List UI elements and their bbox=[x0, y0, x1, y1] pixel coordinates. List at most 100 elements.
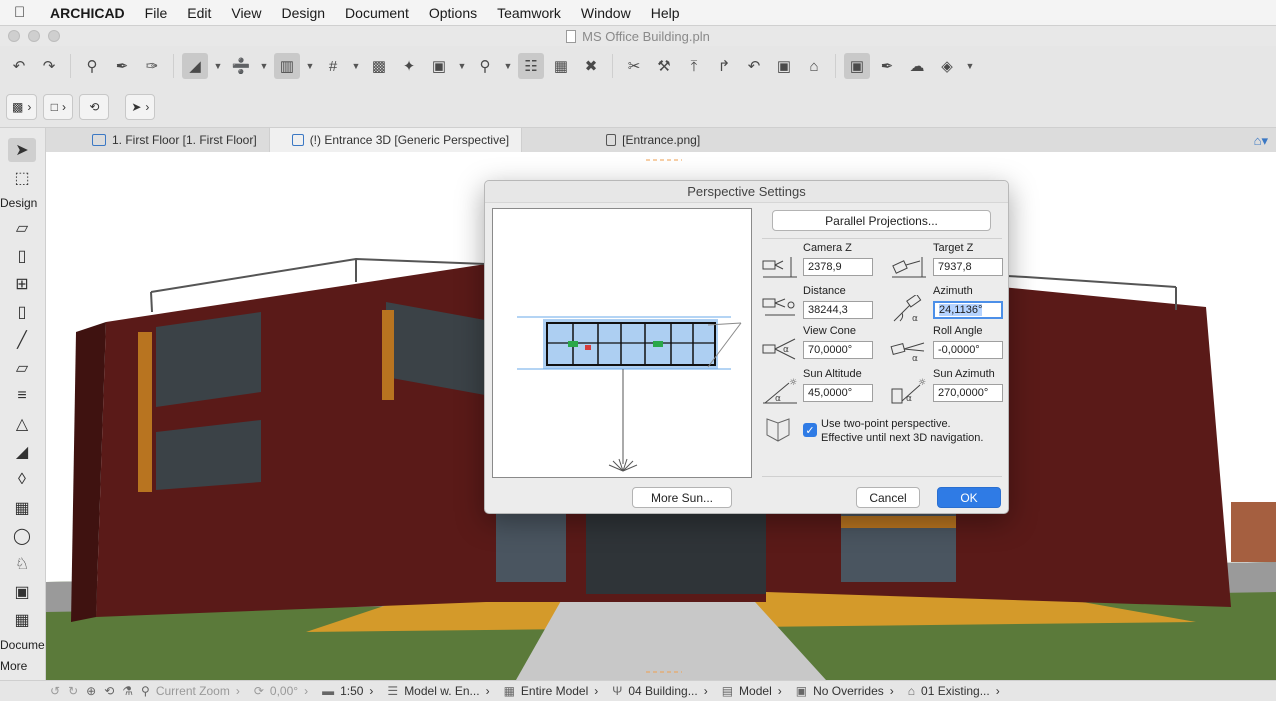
menu-design[interactable]: Design bbox=[271, 5, 335, 21]
3d-view-icon[interactable]: ◈ bbox=[934, 53, 960, 79]
chevron-down-icon[interactable]: ▼ bbox=[258, 53, 270, 79]
trace-reference-icon[interactable]: ☷ bbox=[518, 53, 544, 79]
layer-combination-dropdown[interactable]: ☰ Model w. En... › bbox=[387, 684, 489, 698]
cloud-icon[interactable]: ☁ bbox=[904, 53, 930, 79]
menu-help[interactable]: Help bbox=[641, 5, 690, 21]
wall-tool-icon[interactable]: ▱ bbox=[8, 216, 36, 240]
undo-icon[interactable]: ↶ bbox=[6, 53, 32, 79]
lock-icon[interactable]: ⚲ bbox=[472, 53, 498, 79]
elevate-icon[interactable]: ⤒ bbox=[681, 53, 707, 79]
chevron-down-icon[interactable]: ▼ bbox=[304, 53, 316, 79]
zoom-window-button[interactable] bbox=[48, 30, 60, 42]
chevron-down-icon[interactable]: ▼ bbox=[212, 53, 224, 79]
arrow-tool-button[interactable]: ➤ › bbox=[125, 93, 156, 120]
split-icon[interactable]: ✂ bbox=[621, 53, 647, 79]
menu-options[interactable]: Options bbox=[419, 5, 487, 21]
toolbox-section-design[interactable]: Design bbox=[0, 196, 37, 210]
relative-construction-icon[interactable]: ▥ bbox=[274, 53, 300, 79]
shell-tool-icon[interactable]: ◢ bbox=[8, 440, 36, 464]
magic-wand-icon[interactable]: ✦ bbox=[396, 53, 422, 79]
marquee-tool-icon[interactable]: ⬚ bbox=[8, 166, 36, 190]
roof-icon[interactable]: ⌂ bbox=[801, 53, 827, 79]
cancel-button[interactable]: Cancel bbox=[856, 487, 920, 508]
chevron-down-icon[interactable]: ▼ bbox=[350, 53, 362, 79]
pick-up-parameters-icon[interactable]: ✒ bbox=[109, 53, 135, 79]
mesh-tool-icon[interactable]: ◊ bbox=[8, 468, 36, 492]
mesh-grid-tool-icon[interactable]: ▦ bbox=[8, 608, 36, 632]
sun-altitude-field[interactable]: 45,0000° bbox=[803, 384, 873, 402]
adjust-icon[interactable]: ⚒ bbox=[651, 53, 677, 79]
menu-view[interactable]: View bbox=[221, 5, 271, 21]
azimuth-field[interactable]: 24,1136° bbox=[933, 301, 1003, 319]
redo-icon[interactable]: ↷ bbox=[36, 53, 62, 79]
eyedropper-icon[interactable]: ✒ bbox=[874, 53, 900, 79]
chevron-down-icon[interactable]: ▼ bbox=[502, 53, 514, 79]
two-point-perspective-checkbox[interactable]: ✓ bbox=[803, 423, 817, 437]
window-tool-icon[interactable]: ⊞ bbox=[8, 272, 36, 296]
close-window-button[interactable] bbox=[8, 30, 20, 42]
menu-edit[interactable]: Edit bbox=[177, 5, 221, 21]
view-cone-field[interactable]: 70,0000° bbox=[803, 341, 873, 359]
tab-entrance-png[interactable]: [Entrance.png] bbox=[522, 128, 712, 152]
more-sun-button[interactable]: More Sun... bbox=[632, 487, 732, 508]
stair-tool-icon[interactable]: ≡ bbox=[8, 384, 36, 408]
menu-app[interactable]: ARCHICAD bbox=[40, 5, 135, 21]
grid-snap-icon[interactable]: # bbox=[320, 53, 346, 79]
minimize-window-button[interactable] bbox=[28, 30, 40, 42]
resize-icon[interactable]: ▣ bbox=[771, 53, 797, 79]
rotation-dropdown[interactable]: ⟳ 0,00° › bbox=[254, 684, 308, 698]
column-tool-icon[interactable]: ▯ bbox=[8, 300, 36, 324]
roof-tool-icon[interactable]: △ bbox=[8, 412, 36, 436]
orbit-button[interactable]: ⟲ bbox=[79, 93, 110, 120]
toolbox-section-more[interactable]: More bbox=[0, 659, 27, 673]
chevron-down-icon[interactable]: ▼ bbox=[964, 53, 976, 79]
layer-icon[interactable]: ▣ bbox=[426, 53, 452, 79]
cross-icon[interactable]: ✖ bbox=[578, 53, 604, 79]
pen-set-dropdown[interactable]: Ψ 04 Building... › bbox=[612, 684, 707, 698]
menu-file[interactable]: File bbox=[135, 5, 178, 21]
chevron-down-icon[interactable]: ▼ bbox=[456, 53, 468, 79]
offset-icon[interactable]: ↱ bbox=[711, 53, 737, 79]
model-view-dropdown[interactable]: ▤ Model › bbox=[722, 684, 782, 698]
find-select-icon[interactable]: ⚲ bbox=[79, 53, 105, 79]
zoom-dropdown[interactable]: ⚲ Current Zoom › bbox=[141, 684, 240, 698]
redo-zoom-icon[interactable]: ↻ bbox=[68, 684, 78, 698]
selection-frame-icon[interactable]: ▣ bbox=[844, 53, 870, 79]
undo-zoom-icon[interactable]: ↺ bbox=[50, 684, 60, 698]
graphic-override-dropdown[interactable]: ▣ No Overrides › bbox=[796, 684, 894, 698]
suspend-groups-icon[interactable]: ▩ bbox=[366, 53, 392, 79]
sun-azimuth-field[interactable]: 270,0000° bbox=[933, 384, 1003, 402]
guide-lines-icon[interactable]: ◢ bbox=[182, 53, 208, 79]
menu-document[interactable]: Document bbox=[335, 5, 419, 21]
camera-preview-panel[interactable] bbox=[492, 208, 752, 478]
zoom-in-icon[interactable]: ⊕ bbox=[86, 684, 96, 698]
tab-entrance-3d[interactable]: (!) Entrance 3D [Generic Perspective] bbox=[269, 128, 523, 152]
partial-structure-dropdown[interactable]: ▦ Entire Model › bbox=[504, 684, 599, 698]
object-tool-icon[interactable]: ♘ bbox=[8, 552, 36, 576]
beam-tool-icon[interactable]: ╱ bbox=[8, 328, 36, 352]
inject-parameters-icon[interactable]: ✑ bbox=[139, 53, 165, 79]
renovation-filter-dropdown[interactable]: ⌂ 01 Existing... › bbox=[908, 684, 1000, 698]
curtain-wall-tool-icon[interactable]: ▦ bbox=[8, 496, 36, 520]
door-tool-icon[interactable]: ▯ bbox=[8, 244, 36, 268]
target-z-field[interactable]: 7937,8 bbox=[933, 258, 1003, 276]
camera-z-field[interactable]: 2378,9 bbox=[803, 258, 873, 276]
tab-first-floor[interactable]: 1. First Floor [1. First Floor] bbox=[46, 128, 270, 152]
scale-dropdown[interactable]: ▬ 1:50 › bbox=[322, 684, 373, 698]
morph-tool-icon[interactable]: ◯ bbox=[8, 524, 36, 548]
toolbox-section-document[interactable]: Docume bbox=[0, 638, 45, 652]
zone-tool-icon[interactable]: ▣ bbox=[8, 580, 36, 604]
walk-icon[interactable]: ⚗ bbox=[122, 684, 133, 698]
snap-guides-icon[interactable]: ➗ bbox=[228, 53, 254, 79]
menu-teamwork[interactable]: Teamwork bbox=[487, 5, 571, 21]
parallel-projections-button[interactable]: Parallel Projections... bbox=[772, 210, 991, 231]
apple-icon[interactable]:  bbox=[14, 4, 40, 21]
dimension-icon[interactable]: ▦ bbox=[548, 53, 574, 79]
orbit-icon[interactable]: ⟲ bbox=[104, 684, 114, 698]
fillet-icon[interactable]: ↶ bbox=[741, 53, 767, 79]
slab-tool-icon[interactable]: ▱ bbox=[8, 356, 36, 380]
selection-method-button[interactable]: ▩ › bbox=[6, 93, 38, 120]
distance-field[interactable]: 38244,3 bbox=[803, 301, 873, 319]
menu-window[interactable]: Window bbox=[571, 5, 641, 21]
ok-button[interactable]: OK bbox=[937, 487, 1001, 508]
